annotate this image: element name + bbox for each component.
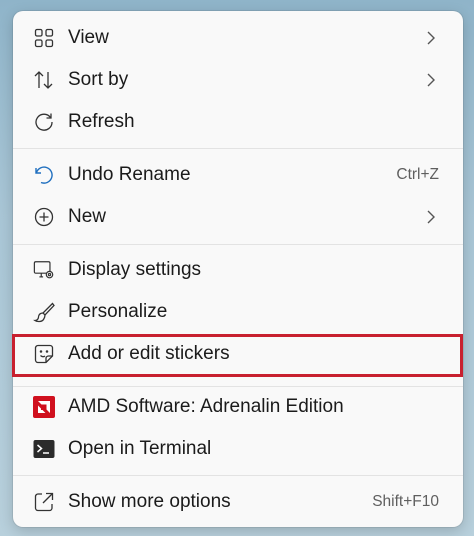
display-icon bbox=[33, 259, 55, 281]
grid-icon bbox=[33, 27, 55, 49]
menu-item-new[interactable]: New bbox=[19, 197, 457, 237]
menu-separator bbox=[13, 244, 463, 245]
chevron-right-icon bbox=[425, 72, 437, 88]
terminal-icon bbox=[33, 438, 55, 460]
menu-separator bbox=[13, 475, 463, 476]
menu-item-show-more-options[interactable]: Show more options Shift+F10 bbox=[19, 482, 457, 522]
menu-separator bbox=[13, 148, 463, 149]
menu-item-label: Personalize bbox=[68, 301, 168, 322]
menu-item-undo-rename[interactable]: Undo Rename Ctrl+Z bbox=[19, 155, 457, 195]
menu-item-display-settings[interactable]: Display settings bbox=[19, 250, 457, 290]
refresh-icon bbox=[33, 111, 55, 133]
chevron-right-icon bbox=[425, 30, 437, 46]
menu-item-label: New bbox=[68, 206, 107, 227]
shortcut-text: Shift+F10 bbox=[372, 493, 439, 510]
menu-item-label: Open in Terminal bbox=[68, 438, 212, 459]
sticker-icon bbox=[33, 343, 55, 365]
menu-item-amd-software[interactable]: AMD Software: Adrenalin Edition bbox=[19, 387, 457, 427]
desktop-context-menu: View Sort by Refresh Undo Rename Ctrl+Z … bbox=[13, 11, 463, 527]
menu-item-label: Display settings bbox=[68, 259, 202, 280]
shortcut-text: Ctrl+Z bbox=[396, 166, 439, 183]
undo-icon bbox=[33, 164, 55, 186]
menu-item-label: Add or edit stickers bbox=[68, 343, 230, 364]
share-icon bbox=[33, 491, 55, 513]
brush-icon bbox=[33, 301, 55, 323]
menu-item-refresh[interactable]: Refresh bbox=[19, 102, 457, 142]
plus-circle-icon bbox=[33, 206, 55, 228]
amd-logo-icon bbox=[33, 396, 55, 418]
menu-item-personalize[interactable]: Personalize bbox=[19, 292, 457, 332]
menu-item-view[interactable]: View bbox=[19, 18, 457, 58]
menu-item-label: Sort by bbox=[68, 69, 129, 90]
sort-icon bbox=[33, 69, 55, 91]
menu-item-label: AMD Software: Adrenalin Edition bbox=[68, 396, 344, 417]
menu-item-label: View bbox=[68, 27, 109, 48]
menu-item-label: Show more options bbox=[68, 491, 231, 512]
menu-item-add-or-edit-stickers[interactable]: Add or edit stickers bbox=[19, 334, 457, 374]
menu-item-label: Undo Rename bbox=[68, 164, 191, 185]
menu-item-sort-by[interactable]: Sort by bbox=[19, 60, 457, 100]
menu-item-label: Refresh bbox=[68, 111, 135, 132]
menu-item-open-in-terminal[interactable]: Open in Terminal bbox=[19, 429, 457, 469]
chevron-right-icon bbox=[425, 209, 437, 225]
